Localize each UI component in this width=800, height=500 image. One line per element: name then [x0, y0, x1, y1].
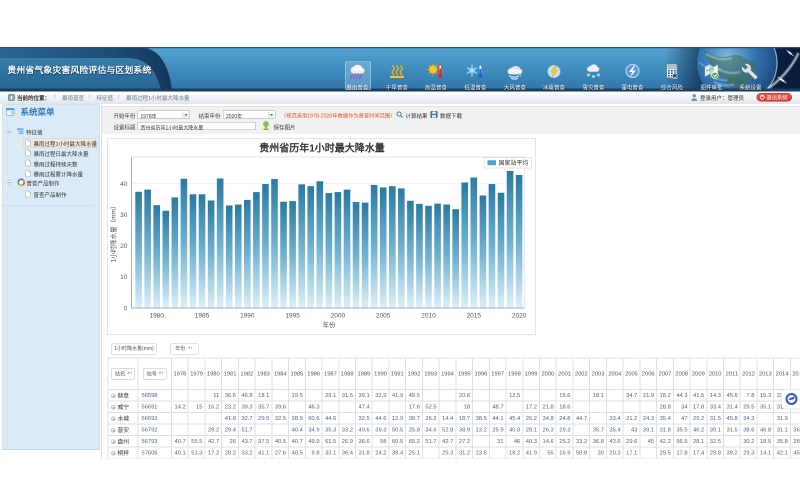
svg-text:2010: 2010 — [421, 313, 436, 320]
svg-text:20: 20 — [120, 243, 128, 250]
svg-text:贵州省历年1小时最大降水量: 贵州省历年1小时最大降水量 — [259, 142, 385, 155]
svg-text:年份: 年份 — [323, 320, 337, 329]
svg-text:30: 30 — [120, 212, 128, 219]
svg-text:2000: 2000 — [331, 313, 346, 320]
svg-text:1980: 1980 — [149, 313, 164, 320]
svg-text:0: 0 — [124, 305, 128, 312]
svg-text:1小时降水量（mm）: 1小时降水量（mm） — [109, 203, 118, 263]
svg-text:2020: 2020 — [512, 313, 527, 320]
svg-text:2015: 2015 — [467, 313, 482, 320]
svg-text:40: 40 — [120, 181, 128, 188]
svg-text:1985: 1985 — [195, 313, 210, 320]
svg-text:1990: 1990 — [240, 313, 255, 320]
svg-text:1995: 1995 — [285, 313, 300, 320]
svg-text:国家站平均: 国家站平均 — [499, 159, 529, 167]
svg-text:10: 10 — [120, 274, 128, 281]
svg-text:2005: 2005 — [376, 313, 391, 320]
